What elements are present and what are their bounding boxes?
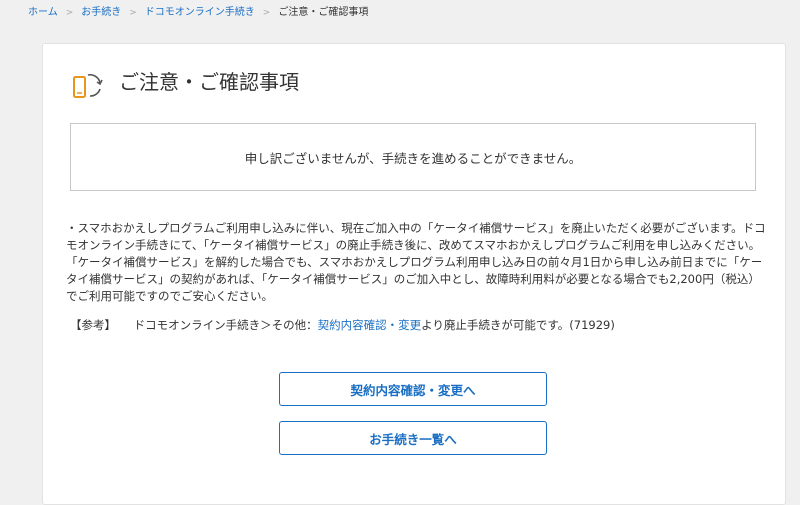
contract-change-link[interactable]: 契約内容確認・変更 bbox=[318, 318, 422, 332]
notice-box: 申し訳ございませんが、手続きを進めることができません。 bbox=[70, 123, 756, 191]
breadcrumb-docomo-online-link[interactable]: ドコモオンライン手続き bbox=[145, 6, 255, 20]
breadcrumb: ホーム > お手続き > ドコモオンライン手続き > ご注意・ご確認事項 bbox=[28, 6, 368, 20]
reference-suffix: より廃止手続きが可能です。(71929) bbox=[421, 318, 615, 332]
breadcrumb-procedures-link[interactable]: お手続き bbox=[81, 6, 121, 20]
notice-body-text: ・スマホおかえしプログラムご利用申し込みに伴い、現在ご加入中の「ケータイ補償サー… bbox=[66, 221, 766, 303]
reference-prefix: ドコモオンライン手続き＞その他： bbox=[133, 318, 318, 332]
phone-refresh-icon bbox=[71, 68, 105, 102]
reference-tag: 【参考】 bbox=[70, 318, 116, 332]
contract-change-button[interactable]: 契約内容確認・変更へ bbox=[279, 372, 547, 406]
breadcrumb-separator-icon: > bbox=[129, 8, 137, 18]
breadcrumb-separator-icon: > bbox=[262, 8, 271, 18]
breadcrumb-home-link[interactable]: ホーム bbox=[28, 6, 58, 20]
page-title: ご注意・ご確認事項 bbox=[119, 70, 299, 94]
reference-line: 【参考】 ドコモオンライン手続き＞その他：契約内容確認・変更より廃止手続きが可能… bbox=[70, 317, 615, 334]
procedures-list-button[interactable]: お手続き一覧へ bbox=[279, 421, 547, 455]
breadcrumb-separator-icon: > bbox=[65, 8, 74, 18]
breadcrumb-current: ご注意・ご確認事項 bbox=[278, 7, 369, 18]
notice-message: 申し訳ございませんが、手続きを進めることができません。 bbox=[244, 150, 582, 166]
main-card: ご注意・ご確認事項 申し訳ございませんが、手続きを進めることができません。 ・ス… bbox=[42, 43, 786, 505]
